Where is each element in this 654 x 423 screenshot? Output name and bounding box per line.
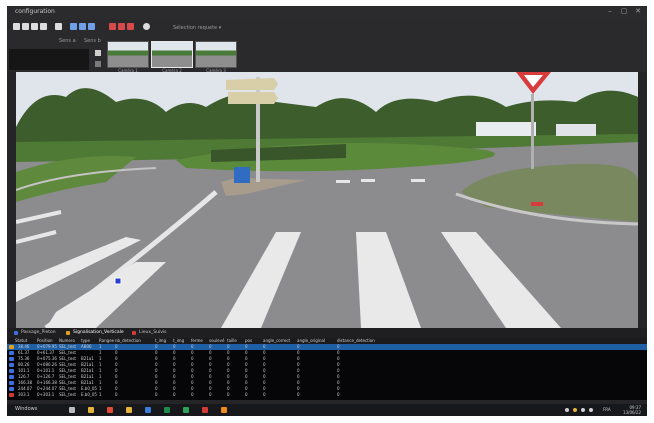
spreadsheet-icon[interactable] <box>183 407 189 413</box>
camera-thumbnail[interactable]: Caméra 1 <box>107 41 149 73</box>
tab-label: Signalisation_Verticale <box>73 330 124 335</box>
detection-marker[interactable] <box>114 277 122 285</box>
sign-icon <box>9 381 14 385</box>
taskbar: Windows FRA 09:37 13/06/22 <box>7 404 647 416</box>
map-preview <box>9 49 89 70</box>
chrome-icon[interactable] <box>107 407 113 413</box>
table-cell: 0 <box>227 392 230 397</box>
title-bar: configuration – ▢ ✕ <box>7 6 647 19</box>
table-cell: 0 <box>191 392 194 397</box>
grid-icon[interactable] <box>13 23 20 30</box>
chevron-up-icon[interactable] <box>565 408 569 412</box>
close-button[interactable]: ✕ <box>633 7 643 15</box>
street-photo <box>16 72 638 328</box>
grid-icon[interactable] <box>40 23 47 30</box>
toggle-icon[interactable] <box>95 61 101 67</box>
red-tool-icon[interactable] <box>109 23 116 30</box>
sign-icon <box>9 393 14 397</box>
browser-icon[interactable] <box>145 407 151 413</box>
maximize-button[interactable]: ▢ <box>619 7 629 15</box>
app-title: configuration <box>15 8 55 15</box>
selection-dropdown[interactable]: Sélection requete ▾ <box>173 25 221 31</box>
tab-label: Passage_Pieton <box>21 330 56 335</box>
sign-icon <box>9 363 14 367</box>
camera-thumbnail[interactable]: Caméra 3 <box>195 41 237 73</box>
street-image-viewport[interactable] <box>16 72 638 328</box>
clock[interactable]: 09:37 13/06/22 <box>623 405 641 415</box>
table-cell: E.b0_05 <box>81 392 97 397</box>
grid-icon[interactable] <box>22 23 29 30</box>
vlc-icon[interactable] <box>221 407 227 413</box>
table-cell: SEL_test <box>59 392 76 397</box>
sign-icon <box>9 387 14 391</box>
notification-icon[interactable] <box>573 408 577 412</box>
clock-date: 13/06/22 <box>623 410 641 415</box>
table-cell: 0 <box>115 392 118 397</box>
red-tool-icon[interactable] <box>127 23 134 30</box>
blue-panel-icon[interactable] <box>70 23 77 30</box>
settings-icon[interactable] <box>143 23 150 30</box>
table-cell: 0+303.1 <box>37 392 55 397</box>
tab-passage-pieton[interactable]: Passage_Pieton <box>13 329 56 337</box>
table-cell: 0 <box>155 392 158 397</box>
sign-icon <box>9 345 14 349</box>
search-icon[interactable] <box>69 407 75 413</box>
excel-icon[interactable] <box>164 407 170 413</box>
blue-panel-icon[interactable] <box>88 23 95 30</box>
toolbar: Sélection requete ▾ <box>7 19 647 37</box>
sign-icon <box>9 357 14 361</box>
sign-icon <box>9 369 14 373</box>
layer-icon <box>132 331 136 335</box>
table-cell: 0 <box>337 392 340 397</box>
layer-icon <box>14 331 18 335</box>
layer-icon <box>66 331 70 335</box>
table-cell: 0 <box>209 392 212 397</box>
volume-icon[interactable] <box>589 408 593 412</box>
table-cell: 1 <box>99 392 102 397</box>
tab-signalisation-verticale[interactable]: Signalisation_Verticale <box>65 329 124 337</box>
detection-table: Statut Position Numero type Rangee nb_detecti… <box>7 338 647 400</box>
table-cell: 0 <box>297 392 300 397</box>
table-cell: 0 <box>173 392 176 397</box>
sign-icon <box>9 375 14 379</box>
direction-a-label[interactable]: Sens a <box>59 38 76 44</box>
thumbnail-strip: Sens a Sens b Caméra 1 Caméra 2 Caméra 3 <box>7 37 647 73</box>
table-cell: 0 <box>263 392 266 397</box>
save-icon[interactable] <box>55 23 62 30</box>
minimize-button[interactable]: – <box>605 7 615 15</box>
sign-icon <box>9 351 14 355</box>
table-row[interactable]: 303.1 0+303.1 SEL_test E.b0_05 1 0 0 0 0 0 0 0 0 0 0 <box>7 392 647 398</box>
tab-lieux-suivis[interactable]: Lieux_Suivis <box>131 329 167 337</box>
start-button[interactable]: Windows <box>15 406 37 412</box>
acrobat-icon[interactable] <box>202 407 208 413</box>
grid-icon[interactable] <box>31 23 38 30</box>
table-cell: 0 <box>245 392 248 397</box>
direction-b-label[interactable]: Sens b <box>84 38 101 44</box>
red-tool-icon[interactable] <box>118 23 125 30</box>
table-cell: 303.1 <box>18 392 30 397</box>
network-icon[interactable] <box>581 408 585 412</box>
blue-panel-icon[interactable] <box>79 23 86 30</box>
application-screen: configuration – ▢ ✕ Sélection requete ▾ … <box>7 6 647 416</box>
folder-icon[interactable] <box>126 407 132 413</box>
tab-label: Lieux_Suivis <box>139 330 167 335</box>
layer-tabs: Passage_Pieton Signalisation_Verticale L… <box>7 328 647 338</box>
language-indicator[interactable]: FRA <box>603 407 611 412</box>
file-explorer-icon[interactable] <box>88 407 94 413</box>
camera-thumbnail[interactable]: Caméra 2 <box>151 41 193 73</box>
lock-icon[interactable] <box>95 50 101 56</box>
